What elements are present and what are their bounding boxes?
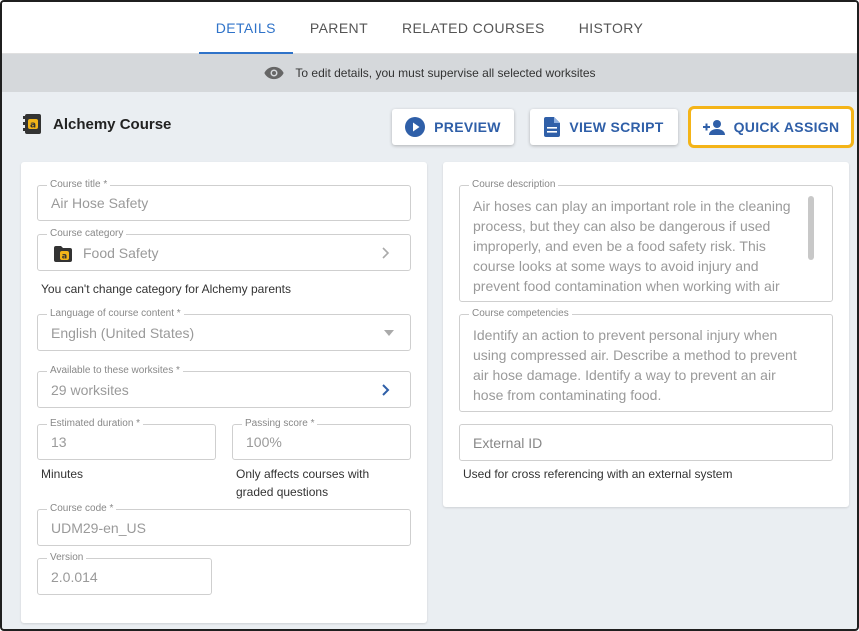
duration-field[interactable]: Estimated duration * 13 — [37, 418, 216, 460]
external-id-placeholder: External ID — [473, 434, 543, 451]
course-competencies-label: Course competencies — [469, 308, 572, 320]
chevron-right-icon — [382, 247, 390, 259]
description-line: process, but they can also be dangerous … — [473, 218, 771, 234]
competencies-line: Identify an action to prevent personal i… — [473, 327, 778, 343]
language-value: English (United States) — [51, 324, 195, 341]
passing-score-helper-line2: graded questions — [236, 485, 329, 499]
course-competencies-text: Identify an action to prevent personal i… — [473, 325, 808, 405]
passing-score-value: 100% — [246, 434, 282, 450]
competencies-line: hose from contaminating food. — [473, 387, 662, 403]
course-category-value: Food Safety — [83, 244, 159, 261]
tab-related-courses[interactable]: RELATED COURSES — [385, 2, 562, 53]
worksites-value: 29 worksites — [51, 381, 129, 398]
course-title-value: Air Hose Safety — [51, 195, 149, 211]
passing-score-helper-text: Only affects courses with graded questio… — [236, 465, 369, 501]
passing-score-helper-line1: Only affects courses with — [236, 467, 370, 481]
course-competencies-textarea[interactable]: Course competencies Identify an action t… — [459, 308, 833, 412]
supervise-notice-bar: To edit details, you must supervise all … — [2, 54, 857, 92]
description-line: course looks at some ways to avoid injur… — [473, 258, 759, 274]
description-scrollbar[interactable] — [807, 196, 815, 260]
document-icon — [544, 117, 561, 137]
course-details-window: DETAILS PARENT RELATED COURSES HISTORY T… — [0, 0, 859, 631]
course-form-card: Course title * Air Hose Safety Course ca… — [21, 162, 427, 623]
eye-icon — [264, 66, 285, 80]
course-category-field[interactable]: Course category a Food Safety — [37, 228, 411, 271]
tab-history-label: HISTORY — [578, 19, 644, 36]
course-description-textarea[interactable]: Course description Air hoses can play an… — [459, 179, 833, 302]
course-name: Alchemy Course — [53, 115, 172, 133]
description-scrollbar-thumb[interactable] — [808, 196, 814, 260]
duration-helper-text: Minutes — [41, 467, 84, 481]
competencies-line: using compressed air. Describe a method … — [473, 347, 797, 363]
quick-assign-button[interactable]: QUICK ASSIGN — [688, 106, 854, 148]
alchemy-course-icon: a — [23, 114, 41, 134]
svg-text:a: a — [30, 121, 36, 131]
view-script-button[interactable]: VIEW SCRIPT — [530, 109, 678, 145]
course-details-card: Course description Air hoses can play an… — [443, 162, 849, 507]
tab-details[interactable]: DETAILS — [198, 2, 294, 54]
course-heading: a Alchemy Course — [22, 114, 171, 134]
external-id-input[interactable]: External ID — [459, 424, 833, 461]
duration-value: 13 — [51, 434, 67, 450]
tab-related-courses-label: RELATED COURSES — [402, 19, 545, 36]
version-value: 2.0.014 — [51, 568, 98, 585]
competencies-line: air hose damage. Identify a way to preve… — [473, 367, 776, 383]
category-folder-icon: a — [54, 246, 72, 262]
chevron-right-icon — [382, 384, 390, 396]
version-field[interactable]: Version 2.0.014 — [37, 552, 212, 595]
course-code-value: UDM29-en_US — [51, 519, 146, 536]
tab-history[interactable]: HISTORY — [562, 2, 661, 53]
svg-text:a: a — [62, 252, 67, 261]
tab-parent[interactable]: PARENT — [293, 2, 385, 53]
language-select[interactable]: Language of course content * English (Un… — [37, 308, 411, 351]
passing-score-field[interactable]: Passing score * 100% — [232, 418, 411, 460]
view-script-label: VIEW SCRIPT — [569, 119, 664, 135]
description-line: improperly, and even be a food safety ri… — [473, 238, 766, 254]
quick-assign-label: QUICK ASSIGN — [733, 119, 840, 135]
add-person-icon — [702, 120, 725, 135]
preview-label: PREVIEW — [434, 119, 501, 135]
notice-text: To edit details, you must supervise all … — [295, 66, 596, 80]
worksites-field[interactable]: Available to these worksites * 29 worksi… — [37, 365, 411, 408]
tab-bar: DETAILS PARENT RELATED COURSES HISTORY — [2, 2, 857, 54]
course-title-field[interactable]: Course title * Air Hose Safety — [37, 179, 411, 221]
dropdown-arrow-icon — [384, 330, 394, 336]
course-description-text: Air hoses can play an important role in … — [473, 196, 808, 296]
course-description-label: Course description — [469, 179, 559, 191]
description-line: Air hoses can play an important role in … — [473, 198, 791, 214]
tab-parent-label: PARENT — [309, 19, 369, 36]
preview-button[interactable]: PREVIEW — [392, 109, 514, 145]
play-circle-icon — [405, 117, 426, 137]
tab-details-label: DETAILS — [215, 19, 276, 36]
external-id-helper-text: Used for cross referencing with an exter… — [463, 467, 733, 481]
category-helper-text: You can't change category for Alchemy pa… — [41, 282, 292, 296]
description-line: prevent food contamination when working … — [473, 278, 780, 294]
course-code-field[interactable]: Course code * UDM29-en_US — [37, 503, 411, 546]
